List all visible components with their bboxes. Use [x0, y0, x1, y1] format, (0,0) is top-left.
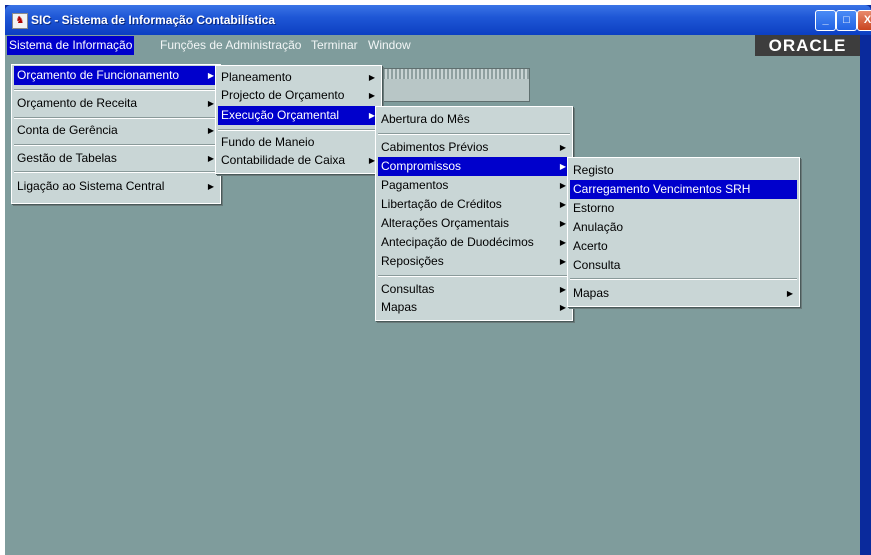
menu-item-libertacao-creditos[interactable]: Libertação de Créditos ▶	[378, 195, 570, 214]
submenu-arrow-icon: ▶	[559, 219, 566, 228]
menu-item-consulta[interactable]: Consulta	[570, 256, 797, 275]
submenu-arrow-icon: ▶	[207, 182, 214, 191]
menu-item-cabimentos-previos[interactable]: Cabimentos Prévios ▶	[378, 138, 570, 157]
separator	[14, 117, 218, 119]
menu-item-contabilidade-caixa[interactable]: Contabilidade de Caixa ▶	[218, 151, 379, 170]
menu-item-registo[interactable]: Registo	[570, 161, 797, 180]
menu-item-pagamentos[interactable]: Pagamentos ▶	[378, 176, 570, 195]
separator	[14, 171, 218, 173]
menu-item-mapas[interactable]: Mapas ▶	[378, 298, 570, 317]
menu-item-consultas[interactable]: Consultas ▶	[378, 280, 570, 299]
menu-terminar[interactable]: Terminar	[311, 38, 358, 52]
separator	[570, 278, 797, 280]
menu-funcoes-administracao[interactable]: Funções de Administração	[160, 38, 301, 52]
menu-item-orcamento-receita[interactable]: Orçamento de Receita ▶	[14, 94, 218, 113]
menu-execucao-orcamental-dropdown: Abertura do Mês Cabimentos Prévios ▶ Comp…	[375, 106, 573, 321]
menu-item-fundo-maneio[interactable]: Fundo de Maneio	[218, 133, 379, 152]
menu-item-estorno[interactable]: Estorno	[570, 199, 797, 218]
minimize-button[interactable]: _	[815, 10, 836, 31]
submenu-arrow-icon: ▶	[207, 99, 214, 108]
menu-item-projecto-orcamento[interactable]: Projecto de Orçamento ▶	[218, 86, 379, 105]
menu-sistema-informacao[interactable]: Sistema de Informação	[7, 36, 135, 55]
menu-item-planeamento[interactable]: Planeamento ▶	[218, 68, 379, 87]
menu-item-gestao-tabelas[interactable]: Gestão de Tabelas ▶	[14, 149, 218, 168]
close-button[interactable]: X	[857, 10, 871, 31]
oracle-logo: ORACLE	[755, 35, 860, 56]
menu-item-carregamento-vencimentos[interactable]: Carregamento Vencimentos SRH	[570, 180, 797, 199]
submenu-arrow-icon: ▶	[786, 289, 793, 298]
app-icon: ♞	[12, 13, 28, 29]
menu-orcamento-funcionamento-dropdown: Planeamento ▶ Projecto de Orçamento ▶ Exec…	[215, 65, 382, 174]
menu-item-anulacao[interactable]: Anulação	[570, 218, 797, 237]
submenu-arrow-icon: ▶	[207, 154, 214, 163]
submenu-arrow-icon: ▶	[559, 238, 566, 247]
window-title: SIC - Sistema de Informação Contabilísti…	[31, 13, 276, 27]
menu-item-acerto[interactable]: Acerto	[570, 237, 797, 256]
submenu-arrow-icon: ▶	[559, 303, 566, 312]
menu-bar: Sistema de Informação Funções de Adminis…	[5, 35, 860, 56]
menu-item-abertura-mes[interactable]: Abertura do Mês	[378, 110, 570, 129]
maximize-button[interactable]: □	[836, 10, 857, 31]
submenu-arrow-icon: ▶	[559, 143, 566, 152]
menu-window[interactable]: Window	[368, 38, 411, 52]
submenu-arrow-icon: ▶	[559, 200, 566, 209]
separator	[14, 89, 218, 91]
submenu-arrow-icon: ▶	[559, 162, 566, 171]
submenu-arrow-icon: ▶	[207, 71, 214, 80]
submenu-arrow-icon: ▶	[207, 126, 214, 135]
menu-item-reposicoes[interactable]: Reposições ▶	[378, 252, 570, 271]
title-bar[interactable]: ♞ SIC - Sistema de Informação Contabilís…	[5, 5, 871, 35]
menu-item-execucao-orcamental[interactable]: Execução Orçamental ▶	[218, 106, 379, 125]
separator	[218, 129, 379, 131]
separator	[378, 133, 570, 135]
submenu-arrow-icon: ▶	[368, 73, 375, 82]
menu-item-orcamento-funcionamento[interactable]: Orçamento de Funcionamento ▶	[14, 66, 218, 85]
menu-item-ligacao-sistema-central[interactable]: Ligação ao Sistema Central ▶	[14, 177, 218, 196]
menu-sistema-informacao-dropdown: Orçamento de Funcionamento ▶ Orçamento de…	[11, 64, 221, 204]
submenu-arrow-icon: ▶	[559, 257, 566, 266]
menu-item-compromissos[interactable]: Compromissos ▶	[378, 157, 570, 176]
separator	[14, 144, 218, 146]
menu-compromissos-dropdown: Registo Carregamento Vencimentos SRH Est…	[567, 157, 800, 307]
submenu-arrow-icon: ▶	[559, 285, 566, 294]
submenu-arrow-icon: ▶	[559, 181, 566, 190]
background-form-bar	[378, 68, 530, 102]
submenu-arrow-icon: ▶	[368, 91, 375, 100]
menu-item-mapas-compromissos[interactable]: Mapas ▶	[570, 284, 797, 303]
separator	[378, 275, 570, 277]
menu-item-antecipacao-duodecimos[interactable]: Antecipação de Duodécimos ▶	[378, 233, 570, 252]
menu-item-conta-gerencia[interactable]: Conta de Gerência ▶	[14, 121, 218, 140]
menu-item-alteracoes-orcamentais[interactable]: Alterações Orçamentais ▶	[378, 214, 570, 233]
